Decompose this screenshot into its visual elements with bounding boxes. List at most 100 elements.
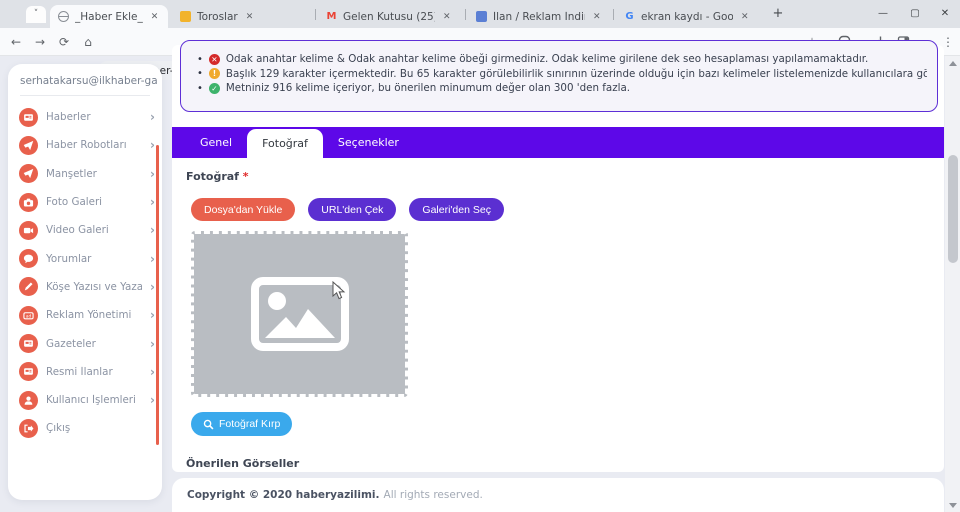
google-icon: G [624, 11, 635, 22]
newspaper-icon [19, 362, 38, 381]
chevron-right-icon: › [150, 308, 155, 322]
gmail-icon: M [326, 11, 337, 22]
home-icon[interactable]: ⌂ [80, 34, 96, 50]
crop-photo-button[interactable]: Fotoğraf Kırp [191, 412, 292, 436]
sidebar-item-label: Yorumlar [46, 253, 142, 265]
paper-plane-icon [19, 164, 38, 183]
reload-icon[interactable]: ⟳ [56, 34, 72, 50]
sidebar-item-yorumlar[interactable]: Yorumlar › [19, 244, 155, 272]
sidebar-divider [20, 95, 150, 96]
sidebar-item-label: Kullanıcı İşlemleri [46, 394, 142, 406]
sidebar-item-foto-galeri[interactable]: Foto Galeri › [19, 188, 155, 216]
forward-icon[interactable]: → [32, 34, 48, 50]
sidebar-item-cikis[interactable]: Çıkış [19, 414, 155, 442]
tab-title: Gelen Kutusu (25) - ilkhabergaz [343, 11, 435, 23]
field-label-text: Fotoğraf [186, 170, 239, 183]
alert-text: Metniniz 916 kelime içeriyor, bu önerile… [226, 82, 630, 94]
globe-icon [58, 11, 69, 22]
browser-tab[interactable]: G ekran kaydı - Google'da Ara ✕ [616, 5, 762, 28]
bullet: • [197, 83, 203, 94]
select-from-gallery-button[interactable]: Galeri'den Seç [409, 198, 504, 221]
page-scrollbar[interactable] [945, 56, 960, 512]
video-camera-icon [19, 221, 38, 240]
sidebar-item-label: Haber Robotları [46, 139, 142, 151]
back-icon[interactable]: ← [8, 34, 24, 50]
sidebar-item-label: Çıkış [46, 422, 155, 434]
browser-tab[interactable]: Toroslar ✕ [172, 5, 312, 28]
tab-close-icon[interactable]: ✕ [443, 12, 451, 22]
scroll-down-icon[interactable] [949, 503, 957, 508]
photo-field-label: Fotoğraf * [186, 170, 249, 183]
sidebar-scrollbar-thumb[interactable] [156, 145, 159, 445]
bullet: • [197, 54, 203, 65]
sidebar-item-kose-yazisi[interactable]: Köşe Yazısı ve Yazarları › [19, 273, 155, 301]
panel-tab-bar: Genel Fotoğraf Seçenekler [172, 127, 944, 158]
sidebar-item-kullanici-islemleri[interactable]: Kullanıcı İşlemleri › [19, 386, 155, 414]
browser-tab[interactable]: İlan / Reklam İndirme - İlan Bil ✕ [468, 5, 610, 28]
tab-title: _Haber Ekle_ [75, 11, 143, 23]
ad-icon: ad [19, 306, 38, 325]
svg-text:ad: ad [26, 313, 32, 318]
sidebar-item-label: Reklam Yönetimi [46, 309, 142, 321]
sidebar-menu: Haberler › Haber Robotları › Manşetler ›… [19, 103, 155, 443]
photo-upload-dropzone[interactable] [191, 231, 408, 397]
user-icon [19, 391, 38, 410]
chevron-right-icon: › [150, 110, 155, 124]
tab-close-icon[interactable]: ✕ [593, 12, 601, 22]
chevron-right-icon: › [150, 195, 155, 209]
close-button[interactable]: ✕ [928, 0, 960, 28]
chevron-right-icon: › [150, 280, 155, 294]
chevron-right-icon: › [150, 252, 155, 266]
newspaper-icon [19, 108, 38, 127]
sidebar-item-video-galeri[interactable]: Video Galeri › [19, 216, 155, 244]
sidebar-item-mansetler[interactable]: Manşetler › [19, 160, 155, 188]
maximize-button[interactable]: ▢ [898, 0, 932, 28]
upload-from-file-button[interactable]: Dosya'dan Yükle [191, 198, 295, 221]
alert-row: • ✕ Odak anahtar kelime & Odak anahtar k… [197, 52, 927, 67]
scroll-up-icon[interactable] [949, 61, 957, 66]
browser-tab-active[interactable]: _Haber Ekle_ ✕ [50, 5, 168, 28]
camera-icon [19, 193, 38, 212]
tab-close-icon[interactable]: ✕ [151, 12, 159, 22]
sidebar-item-haber-robotlari[interactable]: Haber Robotları › [19, 131, 155, 159]
copyright-text: Copyright © 2020 haberyazilimi. [187, 489, 380, 501]
sidebar-item-resmi-ilanlar[interactable]: Resmi İlanlar › [19, 358, 155, 386]
admin-sidebar: serhatakarsu@ilkhaber-gazetesi Haberler … [8, 64, 162, 500]
tab-title: İlan / Reklam İndirme - İlan Bil [493, 11, 585, 23]
crop-button-label: Fotoğraf Kırp [219, 418, 280, 430]
fetch-from-url-button[interactable]: URL'den Çek [308, 198, 396, 221]
chevron-right-icon: › [150, 138, 155, 152]
scrollbar-thumb[interactable] [948, 155, 958, 263]
tab-fotograf[interactable]: Fotoğraf [247, 129, 323, 158]
alert-row: • ! Başlık 129 karakter içermektedir. Bu… [197, 67, 927, 82]
tab-search-button[interactable]: ˅ [26, 6, 46, 23]
tab-genel[interactable]: Genel [185, 127, 247, 158]
user-email: serhatakarsu@ilkhaber-gazetesi [20, 75, 158, 87]
orange-site-icon [180, 11, 191, 22]
minimize-button[interactable]: — [866, 0, 900, 28]
warning-icon: ! [209, 68, 220, 79]
tab-close-icon[interactable]: ✕ [741, 12, 749, 22]
sidebar-item-reklam-yonetimi[interactable]: ad Reklam Yönetimi › [19, 301, 155, 329]
tab-secenekler[interactable]: Seçenekler [323, 127, 414, 158]
error-icon: ✕ [209, 54, 220, 65]
new-tab-button[interactable]: + [770, 6, 786, 22]
success-icon: ✓ [209, 83, 220, 94]
ilan-site-icon [476, 11, 487, 22]
chevron-right-icon: › [150, 337, 155, 351]
chevron-right-icon: › [150, 393, 155, 407]
alert-text: Başlık 129 karakter içermektedir. Bu 65 … [226, 68, 927, 80]
chevron-right-icon: › [150, 365, 155, 379]
sidebar-item-haberler[interactable]: Haberler › [19, 103, 155, 131]
tab-close-icon[interactable]: ✕ [246, 12, 254, 22]
comment-icon [19, 249, 38, 268]
sidebar-item-label: Manşetler [46, 168, 142, 180]
mouse-cursor [332, 281, 346, 305]
footer: Copyright © 2020 haberyazilimi. All righ… [172, 478, 944, 512]
sidebar-item-label: Video Galeri [46, 224, 142, 236]
browser-tab[interactable]: M Gelen Kutusu (25) - ilkhabergaz ✕ [318, 5, 462, 28]
newspaper-icon [19, 334, 38, 353]
sidebar-item-label: Foto Galeri [46, 196, 142, 208]
sidebar-item-label: Resmi İlanlar [46, 366, 142, 378]
sidebar-item-gazeteler[interactable]: Gazeteler › [19, 329, 155, 357]
